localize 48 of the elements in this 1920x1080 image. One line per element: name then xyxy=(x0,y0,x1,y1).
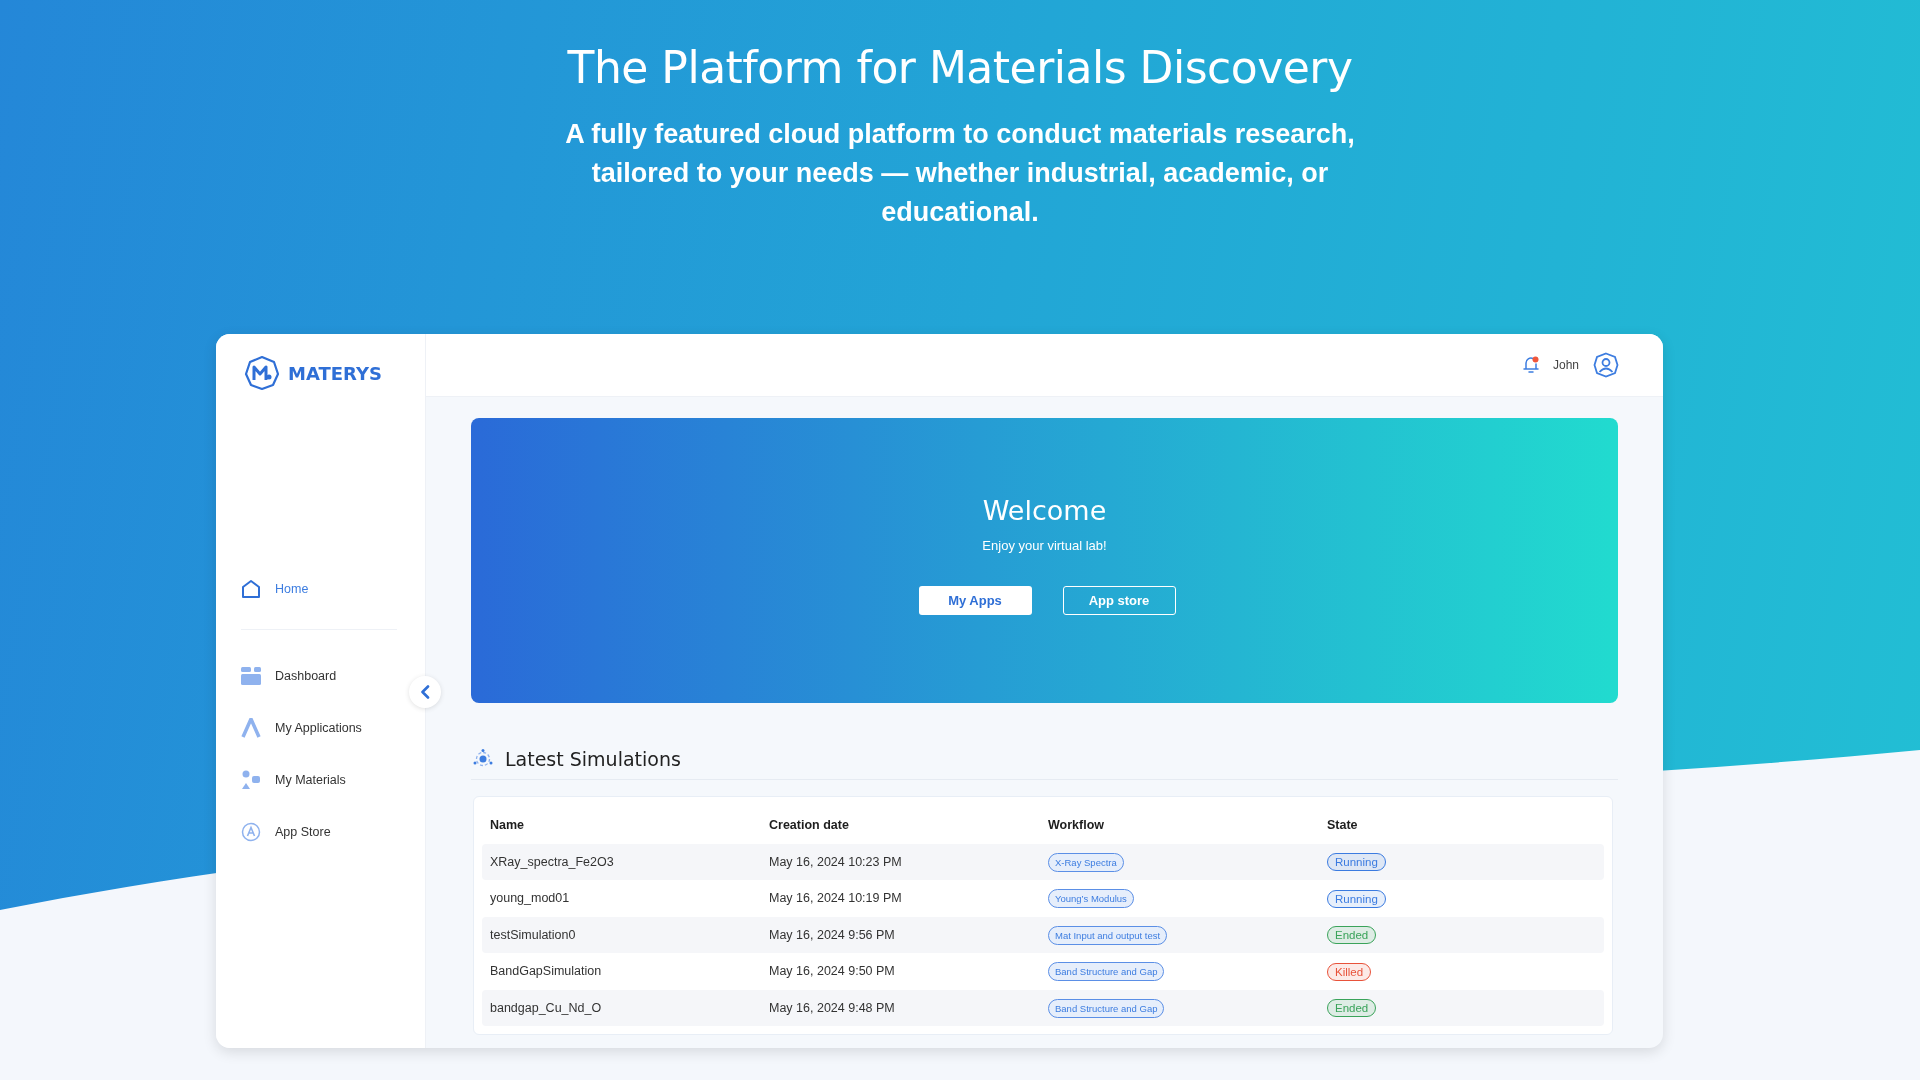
sidebar-item[interactable]: My Applications xyxy=(241,702,397,754)
logo-text: MATERYS xyxy=(288,362,382,384)
workflow-tag: Band Structure and Gap xyxy=(1048,998,1165,1018)
home-icon xyxy=(241,579,261,599)
sidebar-item[interactable]: App Store xyxy=(241,806,397,858)
table-cell-text: testSimulation0 xyxy=(490,927,577,942)
user-name: John xyxy=(1552,358,1579,372)
logo-icon xyxy=(244,355,280,391)
table-cell-text: May 16, 2024 9:48 PM xyxy=(769,1000,896,1015)
table-cell-text: bandgap_Cu_Nd_O xyxy=(490,1000,603,1015)
table-cell-text: May 16, 2024 10:19 PM xyxy=(769,891,903,906)
section-title: Latest Simulations xyxy=(505,748,681,770)
workflow-tag: Mat Input and output test xyxy=(1048,925,1168,945)
column-header: Workflow xyxy=(1048,818,1106,833)
shapes-icon xyxy=(241,770,261,790)
welcome-title: Welcome xyxy=(982,495,1107,526)
atom-icon xyxy=(473,749,493,769)
column-header: Name xyxy=(490,818,526,833)
status-badge: Killed xyxy=(1327,962,1372,981)
table-cell-text: May 16, 2024 10:23 PM xyxy=(769,854,903,869)
table-cell-text: young_mod01 xyxy=(490,891,571,906)
column-header: Creation date xyxy=(769,818,850,833)
table-cell-text: May 16, 2024 9:50 PM xyxy=(769,964,896,979)
hero-title: The Platform for Materials Discovery xyxy=(567,42,1353,93)
workflow-tag: Young’s Modulus xyxy=(1048,889,1134,909)
hero-subtitle: A fully featured cloud platform to conduct materials research, tailored to your needs — whether industrial, academic, or educational. xyxy=(564,118,1356,229)
sidebar-item[interactable]: My Materials xyxy=(241,754,397,806)
sidebar-item[interactable]: Home xyxy=(241,563,397,615)
user-avatar-icon[interactable] xyxy=(1593,352,1619,378)
chevron-left-icon xyxy=(420,685,430,699)
table-cell-text: BandGapSimulation xyxy=(490,964,603,979)
table-cell-text: XRay_spectra_Fe2O3 xyxy=(490,854,615,869)
store-icon xyxy=(241,822,261,842)
dashboard-icon xyxy=(241,667,261,685)
my-apps-button[interactable]: My Apps xyxy=(918,586,1032,615)
column-header: State xyxy=(1327,818,1359,833)
collapse-sidebar-button[interactable] xyxy=(409,676,441,708)
workflow-tag: X-Ray Spectra xyxy=(1048,852,1124,872)
workflow-tag: Band Structure and Gap xyxy=(1048,962,1165,982)
bell-icon[interactable] xyxy=(1522,356,1539,374)
letter-a-icon xyxy=(241,718,261,738)
status-badge: Ended xyxy=(1327,926,1377,945)
status-badge: Ended xyxy=(1327,999,1377,1018)
table-cell-text: May 16, 2024 9:56 PM xyxy=(769,927,896,942)
status-badge: Running xyxy=(1327,853,1386,872)
sidebar-item[interactable]: Dashboard xyxy=(241,650,397,702)
welcome-subtitle: Enjoy your virtual lab! xyxy=(982,538,1107,553)
status-badge: Running xyxy=(1327,889,1386,908)
